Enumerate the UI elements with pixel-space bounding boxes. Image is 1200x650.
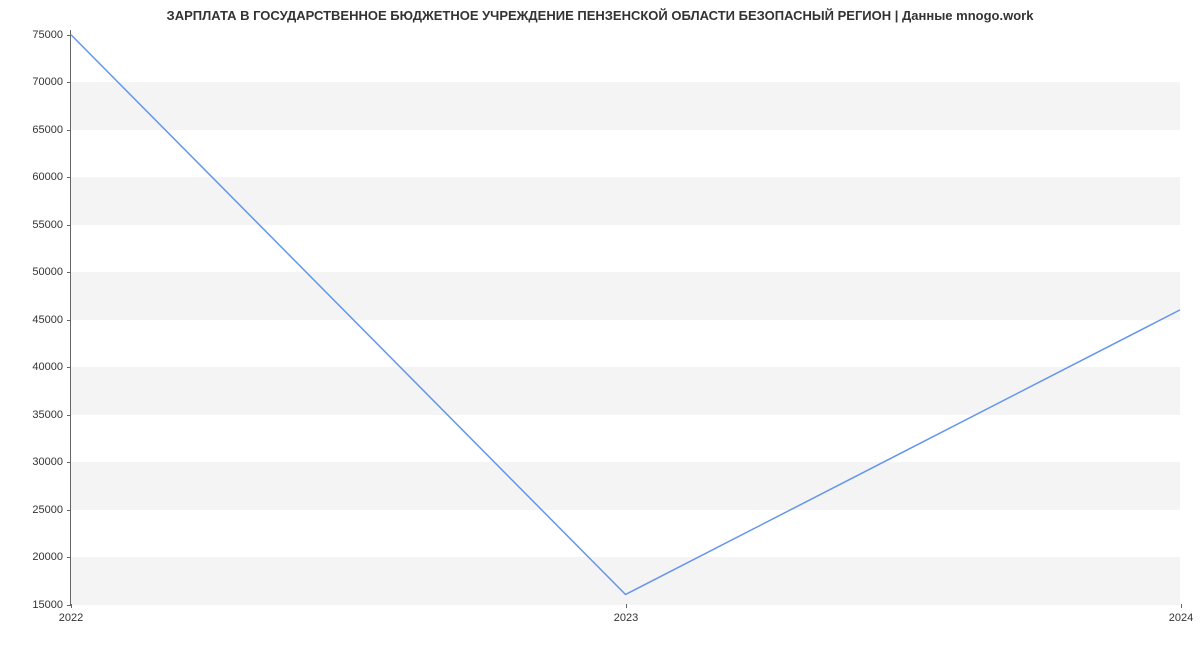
y-tick-mark (67, 415, 71, 416)
y-tick-label: 25000 (32, 504, 63, 516)
y-tick-label: 75000 (32, 29, 63, 41)
y-tick-mark (67, 557, 71, 558)
x-tick-label: 2022 (59, 612, 83, 624)
y-tick-mark (67, 367, 71, 368)
y-tick-mark (67, 177, 71, 178)
x-tick-mark (71, 604, 72, 608)
x-tick-label: 2023 (614, 612, 638, 624)
y-tick-mark (67, 130, 71, 131)
y-tick-label: 20000 (32, 551, 63, 563)
y-tick-label: 60000 (32, 171, 63, 183)
y-tick-mark (67, 272, 71, 273)
y-tick-label: 70000 (32, 76, 63, 88)
y-tick-mark (67, 225, 71, 226)
x-tick-mark (626, 604, 627, 608)
plot-area: 1500020000250003000035000400004500050000… (70, 30, 1180, 605)
line-chart-svg (71, 30, 1180, 604)
y-tick-label: 40000 (32, 361, 63, 373)
y-tick-mark (67, 82, 71, 83)
chart-title: ЗАРПЛАТА В ГОСУДАРСТВЕННОЕ БЮДЖЕТНОЕ УЧР… (0, 0, 1200, 31)
y-tick-mark (67, 35, 71, 36)
y-tick-label: 30000 (32, 456, 63, 468)
y-tick-label: 55000 (32, 219, 63, 231)
y-tick-label: 45000 (32, 314, 63, 326)
y-tick-label: 50000 (32, 266, 63, 278)
x-tick-label: 2024 (1169, 612, 1193, 624)
data-line (71, 35, 1180, 595)
y-tick-label: 65000 (32, 124, 63, 136)
y-tick-label: 35000 (32, 409, 63, 421)
y-tick-mark (67, 462, 71, 463)
y-tick-label: 15000 (32, 599, 63, 611)
y-tick-mark (67, 510, 71, 511)
chart-container: ЗАРПЛАТА В ГОСУДАРСТВЕННОЕ БЮДЖЕТНОЕ УЧР… (0, 0, 1200, 650)
y-tick-mark (67, 320, 71, 321)
x-tick-mark (1181, 604, 1182, 608)
